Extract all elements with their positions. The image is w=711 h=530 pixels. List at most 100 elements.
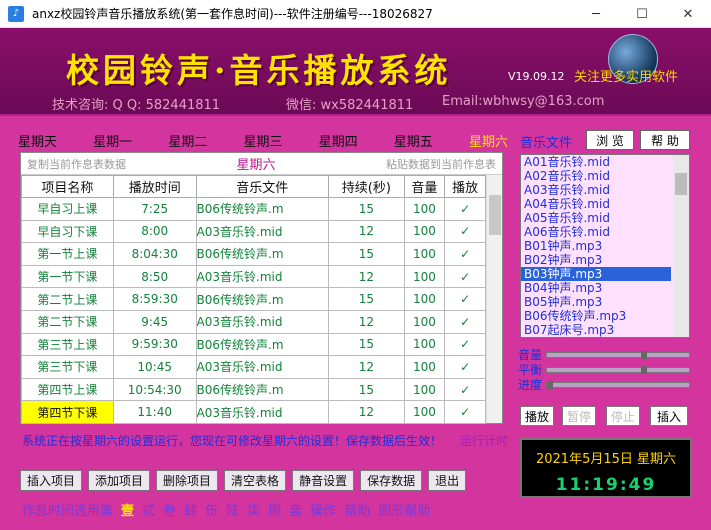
cell-play-check[interactable]: ✓ xyxy=(444,197,486,221)
operation-link[interactable]: 操作 xyxy=(310,500,336,519)
cell-play-time[interactable]: 8:04:30 xyxy=(112,242,197,266)
music-list-item[interactable]: B02钟声.mp3 xyxy=(521,253,689,267)
table-row[interactable]: 第二节下课 9:45 A03音乐铃.mid 12 100 ✓ xyxy=(21,309,486,334)
tab-friday[interactable]: 星期五 xyxy=(394,130,433,150)
cell-play-check[interactable]: ✓ xyxy=(444,287,486,311)
cell-play-time[interactable]: 8:59:30 xyxy=(112,287,197,311)
cell-music-file[interactable]: A03音乐铃.mid xyxy=(195,400,330,424)
insert-play-button[interactable]: 插入 xyxy=(650,406,688,426)
cell-item-name[interactable]: 第四节下课 xyxy=(21,400,114,424)
cell-play-check[interactable]: ✓ xyxy=(444,219,486,244)
schedule-set-3[interactable]: 叁 xyxy=(163,500,176,519)
table-row[interactable]: 第一节上课 8:04:30 B06传统铃声.m 15 100 ✓ xyxy=(21,242,486,266)
schedule-set-8[interactable]: 捌 xyxy=(268,500,281,519)
play-button[interactable]: 播放 xyxy=(520,406,554,426)
tab-sunday[interactable]: 星期天 xyxy=(18,130,57,150)
cell-duration[interactable]: 12 xyxy=(328,264,405,289)
cell-item-name[interactable]: 第三节下课 xyxy=(21,355,114,379)
schedule-set-7[interactable]: 柒 xyxy=(247,500,260,519)
music-list-item[interactable]: A02音乐铃.mid xyxy=(521,169,689,183)
cell-item-name[interactable]: 第三节上课 xyxy=(21,332,114,357)
music-list-item[interactable]: A04音乐铃.mid xyxy=(521,197,689,211)
scrollbar-thumb[interactable] xyxy=(675,173,687,195)
cell-music-file[interactable]: A03音乐铃.mid xyxy=(195,309,330,334)
music-list-item[interactable]: B03钟声.mp3 xyxy=(521,267,671,281)
cell-duration[interactable]: 12 xyxy=(328,400,405,424)
table-row[interactable]: 早自习上课 7:25 B06传统铃声.m 15 100 ✓ xyxy=(21,197,486,221)
insert-item-button[interactable]: 插入项目 xyxy=(20,470,83,491)
help-link[interactable]: 帮助 xyxy=(344,500,370,519)
cell-item-name[interactable]: 第二节上课 xyxy=(21,287,114,311)
tab-monday[interactable]: 星期一 xyxy=(93,130,132,150)
cell-music-file[interactable]: B06传统铃声.m xyxy=(195,377,330,402)
table-row[interactable]: 第三节下课 10:45 A03音乐铃.mid 12 100 ✓ xyxy=(21,355,486,379)
cell-play-time[interactable]: 9:59:30 xyxy=(112,332,197,357)
cell-music-file[interactable]: B06传统铃声.m xyxy=(195,287,330,311)
cell-duration[interactable]: 12 xyxy=(328,309,405,334)
cell-play-check[interactable]: ✓ xyxy=(444,355,486,379)
music-list-item[interactable]: B04钟声.mp3 xyxy=(521,281,689,295)
cell-play-check[interactable]: ✓ xyxy=(444,264,486,289)
music-list-item[interactable]: A01音乐铃.mid xyxy=(521,155,689,169)
cell-music-file[interactable]: A03音乐铃.mid xyxy=(195,355,330,379)
cell-duration[interactable]: 15 xyxy=(328,242,405,266)
cell-play-time[interactable]: 9:45 xyxy=(112,309,197,334)
copy-schedule-link[interactable]: 复制当前作息表数据 xyxy=(27,156,126,172)
table-row[interactable]: 第二节上课 8:59:30 B06传统铃声.m 15 100 ✓ xyxy=(21,287,486,311)
cell-play-time[interactable]: 10:54:30 xyxy=(112,377,197,402)
cell-item-name[interactable]: 第四节上课 xyxy=(21,377,114,402)
cell-play-time[interactable]: 8:50 xyxy=(112,264,197,289)
more-software-link[interactable]: 关注更多实用软件 xyxy=(574,66,678,85)
table-row[interactable]: 早自习下课 8:00 A03音乐铃.mid 12 100 ✓ xyxy=(21,219,486,244)
cell-duration[interactable]: 15 xyxy=(328,377,405,402)
tab-thursday[interactable]: 星期四 xyxy=(319,130,358,150)
cell-volume[interactable]: 100 xyxy=(403,219,446,244)
cell-music-file[interactable]: B06传统铃声.m xyxy=(195,242,330,266)
cell-duration[interactable]: 12 xyxy=(328,219,405,244)
music-list-scrollbar[interactable] xyxy=(673,155,689,337)
schedule-set-5[interactable]: 伍 xyxy=(205,500,218,519)
volume-slider[interactable] xyxy=(546,350,690,359)
music-list-item[interactable]: A06音乐铃.mid xyxy=(521,225,689,239)
cell-duration[interactable]: 15 xyxy=(328,332,405,357)
progress-slider[interactable] xyxy=(546,380,690,389)
scrollbar-thumb[interactable] xyxy=(489,195,501,235)
cell-play-time[interactable]: 10:45 xyxy=(112,355,197,379)
cell-item-name[interactable]: 第二节下课 xyxy=(21,309,114,334)
cell-music-file[interactable]: A03音乐铃.mid xyxy=(195,264,330,289)
cell-music-file[interactable]: A03音乐铃.mid xyxy=(195,219,330,244)
cell-volume[interactable]: 100 xyxy=(403,264,446,289)
tab-saturday[interactable]: 星期六 xyxy=(469,130,508,150)
music-file-list[interactable]: A01音乐铃.mid A02音乐铃.mid A03音乐铃.mid A04音乐铃.mid… xyxy=(520,154,690,338)
cell-item-name[interactable]: 第一节下课 xyxy=(21,264,114,289)
volume-knob[interactable] xyxy=(641,350,647,359)
schedule-set-6[interactable]: 陆 xyxy=(226,500,239,519)
mute-settings-button[interactable]: 静音设置 xyxy=(292,470,355,491)
browse-button[interactable]: 浏 览 xyxy=(586,130,634,150)
music-list-item[interactable]: A05音乐铃.mid xyxy=(521,211,689,225)
cell-volume[interactable]: 100 xyxy=(403,400,446,424)
add-item-button[interactable]: 添加项目 xyxy=(88,470,151,491)
stop-button[interactable]: 停止 xyxy=(606,406,640,426)
delete-item-button[interactable]: 删除项目 xyxy=(156,470,219,491)
cell-music-file[interactable]: B06传统铃声.m xyxy=(195,332,330,357)
graphic-help-link[interactable]: 图形帮助 xyxy=(378,500,430,519)
music-list-item[interactable]: B01钟声.mp3 xyxy=(521,239,689,253)
table-row[interactable]: 第一节下课 8:50 A03音乐铃.mid 12 100 ✓ xyxy=(21,264,486,289)
cell-duration[interactable]: 15 xyxy=(328,287,405,311)
cell-volume[interactable]: 100 xyxy=(403,242,446,266)
schedule-set-4[interactable]: 肆 xyxy=(184,500,197,519)
schedule-set-1[interactable]: 壹 xyxy=(121,500,134,519)
minimize-button[interactable]: ─ xyxy=(573,0,619,28)
cell-play-check[interactable]: ✓ xyxy=(444,400,486,424)
help-button[interactable]: 帮 助 xyxy=(640,130,690,150)
tab-wednesday[interactable]: 星期三 xyxy=(243,130,282,150)
close-button[interactable]: ✕ xyxy=(665,0,711,28)
cell-volume[interactable]: 100 xyxy=(403,332,446,357)
cell-play-check[interactable]: ✓ xyxy=(444,309,486,334)
cell-volume[interactable]: 100 xyxy=(403,377,446,402)
cell-volume[interactable]: 100 xyxy=(403,287,446,311)
cell-volume[interactable]: 100 xyxy=(403,355,446,379)
grid-scrollbar[interactable] xyxy=(486,175,502,423)
balance-slider[interactable] xyxy=(546,365,690,374)
